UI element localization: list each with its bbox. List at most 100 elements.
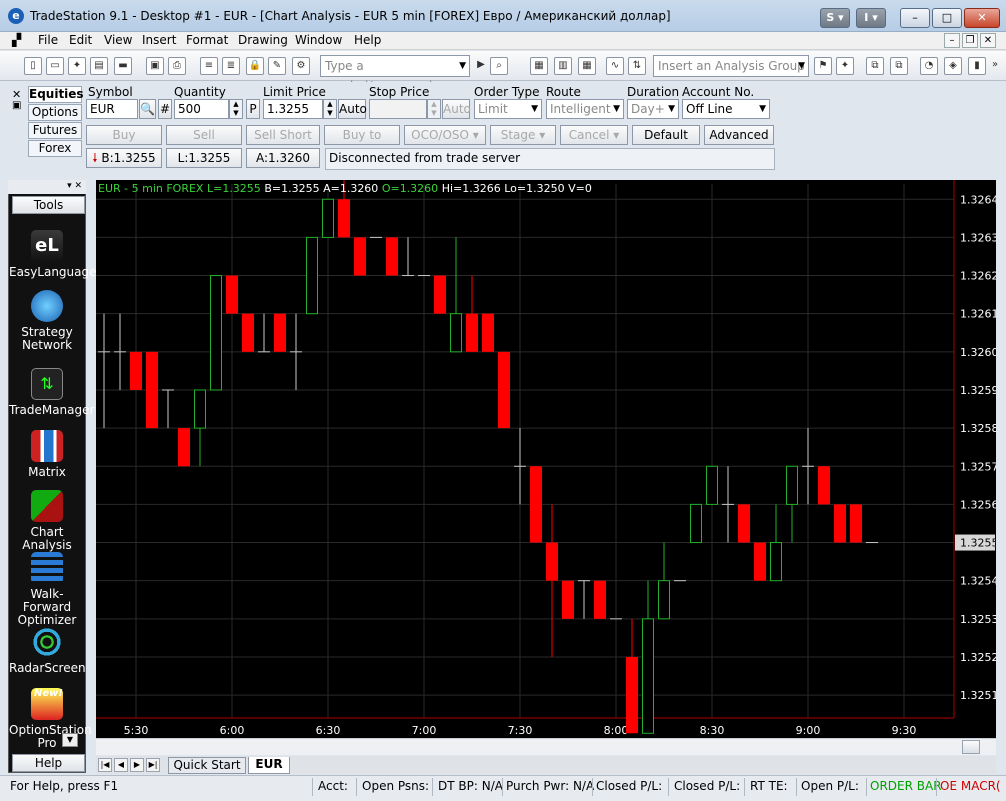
- new-icon[interactable]: ▯: [24, 57, 42, 75]
- ask-quote-button[interactable]: A:1.3260: [246, 148, 320, 168]
- sell-button[interactable]: Sell: [166, 125, 242, 145]
- menu-file[interactable]: File: [38, 33, 58, 47]
- indicator-icon[interactable]: ∿: [606, 57, 624, 75]
- analysis-icon[interactable]: ⚑: [814, 57, 832, 75]
- volume-bars-icon[interactable]: ▮: [968, 57, 986, 75]
- chevron-down-icon[interactable]: ▼: [459, 56, 466, 76]
- first-sheet-button[interactable]: |◀: [98, 758, 112, 772]
- price-chart[interactable]: 1.3264 1.3263 1.3262 1.3261 1.3260 1.3259 1.32…: [96, 180, 996, 738]
- menu-drawing[interactable]: Drawing: [238, 33, 288, 47]
- route-select[interactable]: Intelligent ▼: [546, 99, 624, 119]
- chevron-down-icon[interactable]: ▼: [759, 100, 766, 118]
- window-tile-icon[interactable]: ⧉: [890, 57, 908, 75]
- chevron-down-icon[interactable]: ▼: [798, 56, 805, 76]
- tool-walk-forward[interactable]: Walk-Forward Optimizer: [9, 552, 85, 627]
- tool-matrix[interactable]: Matrix: [9, 430, 85, 479]
- close-button[interactable]: ✕: [964, 8, 1000, 28]
- chevron-down-icon[interactable]: ▼: [668, 100, 675, 118]
- chart-area[interactable]: 1.3264 1.3263 1.3262 1.3261 1.3260 1.3259 1.32…: [96, 180, 996, 738]
- last-sheet-button[interactable]: ▶|: [146, 758, 160, 772]
- save-icon[interactable]: ▣: [146, 57, 164, 75]
- minimize-button[interactable]: –: [900, 8, 930, 28]
- maximize-button[interactable]: □: [932, 8, 962, 28]
- play-arrow-icon[interactable]: ▶: [472, 57, 490, 75]
- oe-macro-indicator[interactable]: OE MACR(: [940, 779, 1002, 793]
- order-type-select[interactable]: Limit ▼: [474, 99, 542, 119]
- chevron-down-icon[interactable]: ▼: [531, 100, 538, 118]
- symbol-lookup-icon[interactable]: ⌕: [490, 57, 508, 75]
- account-select[interactable]: Off Line ▼: [682, 99, 770, 119]
- tool-radarscreen[interactable]: RadarScreen: [9, 626, 86, 675]
- tool-chart-analysis[interactable]: Chart Analysis: [9, 490, 85, 552]
- link-icon[interactable]: ≡: [200, 57, 218, 75]
- buy-to-cover-button[interactable]: Buy to Cover: [324, 125, 400, 160]
- symbol-command-input[interactable]: Type a symbol/command ▼: [320, 55, 470, 93]
- grid-icon[interactable]: ▦: [578, 57, 596, 75]
- lock-icon[interactable]: 🔒: [246, 57, 264, 75]
- tools-title-button[interactable]: Tools: [12, 196, 85, 214]
- tab-forex[interactable]: Forex: [28, 140, 82, 157]
- new-workspace-icon[interactable]: ✦: [68, 57, 86, 75]
- chart-style-icon[interactable]: ▦: [530, 57, 548, 75]
- analysis-group-select[interactable]: Insert an Analysis Group ▼: [653, 55, 809, 77]
- tool-strategy-network[interactable]: Strategy Network: [9, 290, 85, 352]
- mdi-close-button[interactable]: ✕: [980, 33, 996, 48]
- alert-icon[interactable]: ◈: [944, 57, 962, 75]
- menu-help[interactable]: Help: [354, 33, 381, 47]
- default-button[interactable]: Default: [632, 125, 700, 145]
- cancel-button[interactable]: Cancel ▾: [560, 125, 628, 145]
- next-sheet-button[interactable]: ▶: [130, 758, 144, 772]
- format-icon[interactable]: ⚙: [292, 57, 310, 75]
- symbol-search-icon[interactable]: 🔍: [139, 99, 156, 119]
- tab-options[interactable]: Options: [28, 104, 82, 121]
- toolbar-overflow-icon[interactable]: »: [990, 57, 1000, 75]
- linked-windows-icon[interactable]: ≣: [222, 57, 240, 75]
- tool-easylanguage[interactable]: eL EasyLanguage: [9, 230, 97, 279]
- stop-price-stepper[interactable]: ▲ ▼: [427, 99, 441, 119]
- clock-icon[interactable]: ◔: [920, 57, 938, 75]
- quantity-stepper[interactable]: ▲ ▼: [229, 99, 243, 119]
- analysis-settings-icon[interactable]: ✦: [836, 57, 854, 75]
- menu-edit[interactable]: Edit: [69, 33, 92, 47]
- sell-short-button[interactable]: Sell Short: [246, 125, 320, 145]
- menu-view[interactable]: View: [104, 33, 132, 47]
- menu-window[interactable]: Window: [295, 33, 342, 47]
- limit-price-stepper[interactable]: ▲ ▼: [323, 99, 337, 119]
- last-quote-button[interactable]: L:1.3255: [166, 148, 242, 168]
- duration-select[interactable]: Day+ ▼: [627, 99, 679, 119]
- symbol-input[interactable]: EUR: [86, 99, 138, 119]
- p-button[interactable]: P: [246, 99, 260, 119]
- hash-button[interactable]: #: [158, 99, 172, 119]
- stop-auto-button[interactable]: Auto: [442, 99, 471, 119]
- buy-button[interactable]: Buy: [86, 125, 162, 145]
- drawing-tools-icon[interactable]: ✎: [268, 57, 286, 75]
- print-icon[interactable]: ⎙: [168, 57, 186, 75]
- order-bar-indicator[interactable]: ORDER BAR: [870, 779, 942, 793]
- layout-icon[interactable]: ▥: [554, 57, 572, 75]
- tab-futures[interactable]: Futures: [28, 122, 82, 139]
- oco-oso-button[interactable]: OCO/OSO ▾: [404, 125, 486, 145]
- menu-app-icon[interactable]: ▞: [12, 33, 21, 47]
- mdi-restore-button[interactable]: ❐: [962, 33, 978, 48]
- order-bar-pin-icon[interactable]: ▣: [12, 100, 21, 111]
- tab-equities[interactable]: Equities: [28, 86, 84, 103]
- menu-insert[interactable]: Insert: [142, 33, 176, 47]
- tab-quick-start[interactable]: Quick Start: [168, 757, 246, 774]
- advanced-button[interactable]: Advanced >>: [704, 125, 774, 160]
- window-arrange-icon[interactable]: ⧉: [866, 57, 884, 75]
- limit-price-input[interactable]: 1.3255: [263, 99, 323, 119]
- chevron-down-icon[interactable]: ▼: [613, 100, 620, 118]
- help-button[interactable]: Help: [12, 754, 85, 772]
- paste-icon[interactable]: ▤: [90, 57, 108, 75]
- prev-sheet-button[interactable]: ◀: [114, 758, 128, 772]
- s-menu-button[interactable]: S ▾: [820, 8, 850, 28]
- open-workspace-icon[interactable]: ▬: [114, 57, 132, 75]
- limit-auto-button[interactable]: Auto: [338, 99, 367, 119]
- i-menu-button[interactable]: I ▾: [856, 8, 886, 28]
- mdi-minimize-button[interactable]: –: [944, 33, 960, 48]
- stop-price-input[interactable]: [369, 99, 427, 119]
- tools-expand-icon[interactable]: ▼: [62, 733, 78, 747]
- horizontal-scrollbar[interactable]: [96, 738, 996, 755]
- quantity-input[interactable]: 500: [174, 99, 229, 119]
- strategy-icon[interactable]: ⇅: [628, 57, 646, 75]
